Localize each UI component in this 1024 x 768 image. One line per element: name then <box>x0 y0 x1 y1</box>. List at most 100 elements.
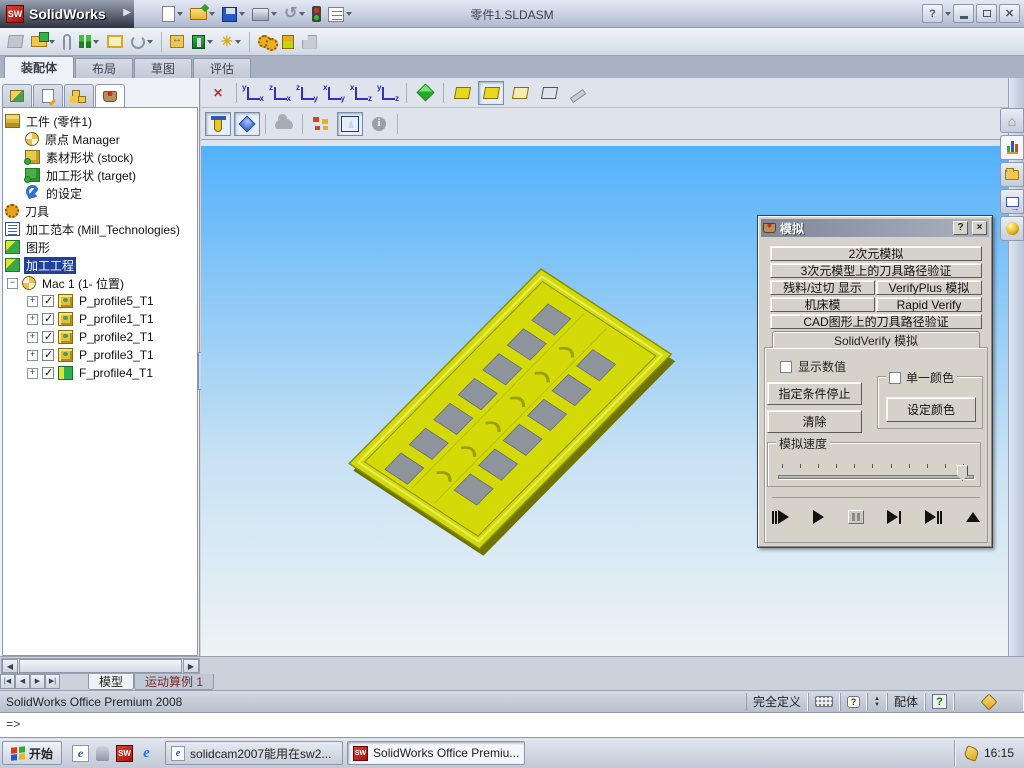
help-chevron-icon[interactable] <box>945 11 951 16</box>
expand-expander[interactable]: + <box>27 349 38 361</box>
sim-rapid-verify-button[interactable]: Rapid Verify <box>876 297 982 312</box>
tab-solidcam-manager[interactable] <box>95 84 125 107</box>
speed-slider[interactable] <box>778 463 974 483</box>
move-component-button[interactable] <box>168 30 186 54</box>
menu-expand-arrow-icon[interactable]: ▶ <box>123 7 131 18</box>
tree-item-profile5[interactable]: + P_profile5_T1 <box>3 292 197 310</box>
tab-scroll-last[interactable]: ▶| <box>45 674 60 689</box>
tray-shield-icon[interactable] <box>963 744 980 762</box>
status-help[interactable]: ? <box>925 692 954 711</box>
play-button[interactable] <box>812 508 824 526</box>
assembly-settings-button[interactable] <box>256 30 278 54</box>
sim-3d-toolpath-button[interactable]: 3次元模型上的刀具路径验证 <box>770 263 982 278</box>
show-holder-button[interactable] <box>234 111 260 136</box>
insert-from-file-button[interactable] <box>29 30 57 54</box>
view-bottom-button[interactable]: yz <box>377 83 401 103</box>
scroll-right-arrow[interactable]: ▶ <box>183 659 199 673</box>
operation-checkbox[interactable] <box>42 348 54 361</box>
expand-expander[interactable]: + <box>27 295 38 307</box>
view-back-button[interactable]: zx <box>269 83 293 103</box>
tree-item-stock[interactable]: 素材形状 (stock) <box>3 148 197 166</box>
design-library-button[interactable] <box>1000 135 1024 160</box>
print-button[interactable] <box>250 3 279 25</box>
tree-item-mac1[interactable]: − Mac 1 (1- 位置) <box>3 274 197 292</box>
tab-layout[interactable]: 布局 <box>75 58 134 78</box>
minimize-button[interactable] <box>953 4 974 23</box>
view-left-button[interactable]: zy <box>296 83 320 103</box>
status-updown[interactable]: ▲ ▼ <box>867 692 887 711</box>
save-button[interactable] <box>220 3 247 25</box>
task-solidworks[interactable]: SW SolidWorks Office Premiu... <box>347 741 526 765</box>
smart-fasteners-button[interactable] <box>190 30 215 54</box>
tree-item-settings[interactable]: 的设定 <box>3 184 197 202</box>
tab-scroll-next[interactable]: ▶ <box>30 674 45 689</box>
eject-button[interactable] <box>965 508 980 526</box>
tree-item-workpiece[interactable]: 工件 (零件1) <box>3 112 197 130</box>
ie-launch-icon[interactable]: e <box>72 744 90 762</box>
tree-horizontal-scrollbar[interactable]: ◀ ▶ <box>1 658 200 674</box>
resources-home-button[interactable]: ⌂ <box>1000 108 1024 133</box>
view-palette-button[interactable] <box>1000 189 1024 214</box>
expand-expander[interactable]: + <box>27 367 38 379</box>
desktop-launch-icon[interactable] <box>94 745 111 762</box>
shaded-with-edges-button[interactable] <box>478 80 504 105</box>
sim-machine-button[interactable]: 机床模 <box>770 297 875 312</box>
view-front-button[interactable]: yx <box>242 83 266 103</box>
scroll-left-arrow[interactable]: ◀ <box>2 659 18 673</box>
tree-item-tools[interactable]: 刀具 <box>3 202 197 220</box>
status-quick-tips[interactable]: ? <box>840 692 868 711</box>
options-button[interactable] <box>326 3 354 25</box>
operation-checkbox[interactable] <box>42 366 54 379</box>
open-document-button[interactable] <box>188 3 217 25</box>
tree-item-geometry[interactable]: 图形 <box>3 238 197 256</box>
restore-button[interactable] <box>976 4 997 23</box>
dialog-close-button[interactable]: × <box>972 221 987 235</box>
exploded-view-button[interactable] <box>300 30 319 54</box>
insert-component-button[interactable] <box>6 30 25 54</box>
tree-item-origin[interactable]: 原点 Manager <box>3 130 197 148</box>
mate-button[interactable] <box>77 30 101 54</box>
next-operation-button[interactable] <box>887 508 902 526</box>
shaded-button[interactable] <box>449 81 475 105</box>
show-tool-button[interactable] <box>205 111 231 136</box>
appearance-button[interactable] <box>565 81 591 105</box>
operation-checkbox[interactable] <box>42 330 54 343</box>
single-step-button[interactable] <box>772 508 789 526</box>
attach-button[interactable] <box>61 30 73 54</box>
tree-item-template[interactable]: 加工范本 (Mill_Technologies) <box>3 220 197 238</box>
appearances-button[interactable] <box>1000 216 1024 241</box>
help-button[interactable]: ? <box>922 4 943 23</box>
wireframe-button[interactable] <box>536 81 562 105</box>
rebuild-button[interactable] <box>310 3 323 25</box>
tab-sketch[interactable]: 草图 <box>134 58 193 78</box>
operation-checkbox[interactable] <box>42 312 54 325</box>
pause-button[interactable] <box>847 510 864 524</box>
expand-expander[interactable]: + <box>27 331 38 343</box>
single-color-checkbox[interactable] <box>889 371 901 384</box>
undo-button[interactable]: ↺ <box>282 3 307 25</box>
file-explorer-button[interactable] <box>1000 162 1024 187</box>
status-keyboard[interactable] <box>808 692 841 711</box>
tab-scroll-prev[interactable]: ◀ <box>15 674 30 689</box>
tree-item-profile4[interactable]: + F_profile4_T1 <box>3 364 197 382</box>
expand-expander[interactable]: + <box>27 313 38 325</box>
tree-item-profile2[interactable]: + P_profile2_T1 <box>3 328 197 346</box>
clear-button[interactable]: 清除 <box>767 410 862 433</box>
close-button[interactable]: ✕ <box>999 4 1020 23</box>
task-browser[interactable]: e solidcam2007能用在sw2... <box>165 741 344 765</box>
status-tag[interactable] <box>954 692 1024 711</box>
tab-scroll-first[interactable]: |◀ <box>0 674 15 689</box>
sim-cad-toolpath-button[interactable]: CAD图形上的刀具路径验证 <box>770 314 982 329</box>
solidworks-launch-icon[interactable]: SW <box>116 744 134 762</box>
dialog-title-bar[interactable]: 模拟 ? × <box>761 219 989 237</box>
assembly-features-button[interactable] <box>280 30 296 54</box>
set-color-button[interactable]: 设定颜色 <box>886 397 976 422</box>
preview-window-button[interactable] <box>105 30 125 54</box>
play-to-end-button[interactable] <box>925 508 943 526</box>
clock[interactable]: 16:15 <box>984 746 1014 760</box>
tab-property-manager[interactable] <box>33 84 63 107</box>
collapse-expander[interactable]: − <box>7 277 18 289</box>
tab-configuration-manager[interactable] <box>64 84 94 107</box>
dialog-help-button[interactable]: ? <box>953 221 968 235</box>
view-right-button[interactable]: xy <box>323 83 347 103</box>
